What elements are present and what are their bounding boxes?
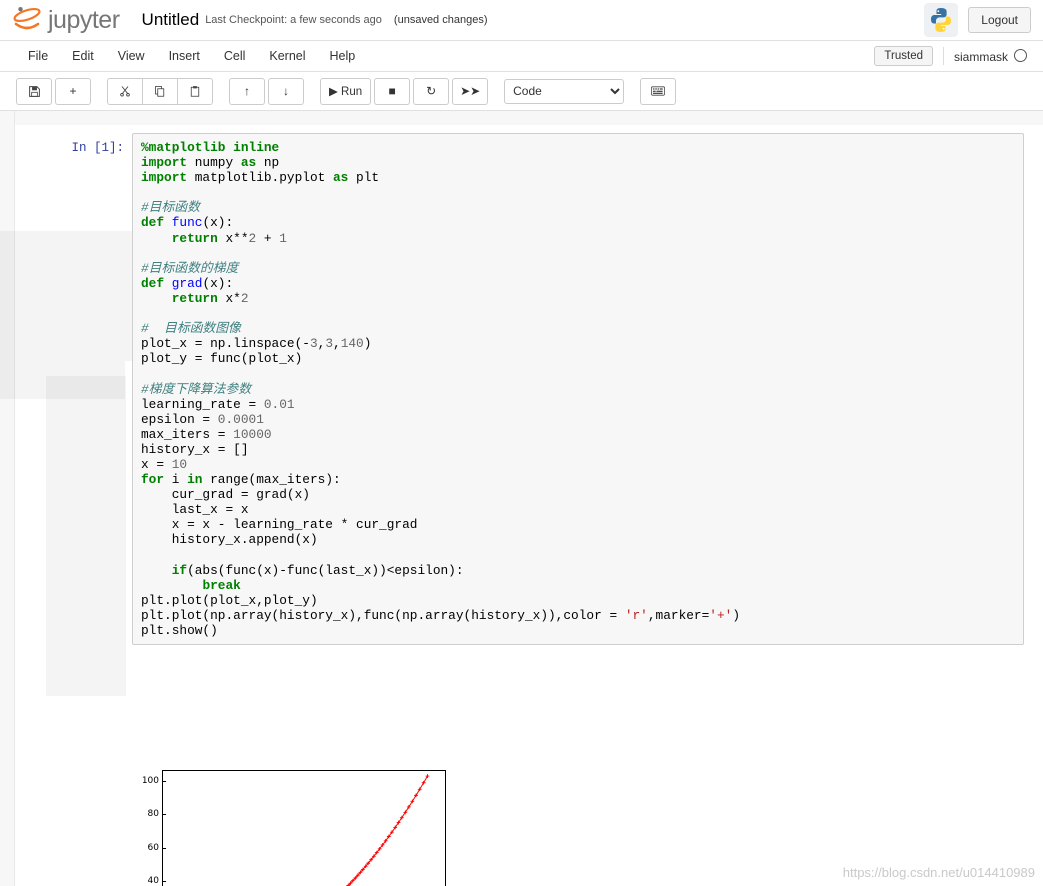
menu-file[interactable]: File [16, 45, 60, 67]
insert-cell-button[interactable]: + [55, 77, 91, 105]
plot-axes: 0 20 40 60 80 100 −2 0 2 4 6 8 10 [142, 770, 446, 886]
python-logo-icon [924, 3, 959, 37]
kernel-idle-circle-icon[interactable] [1014, 48, 1027, 62]
watermark-text: https://blog.csdn.net/u014410989 [842, 865, 1035, 880]
run-button[interactable]: ▶ Run [320, 77, 372, 105]
menu-view[interactable]: View [106, 45, 157, 67]
y-tick-100: 100 [142, 776, 166, 786]
unsaved-changes-label: (unsaved changes) [393, 14, 488, 26]
notebook-body: In [1]: %matplotlib inline import numpy … [0, 111, 1043, 886]
code-editor[interactable]: %matplotlib inline import numpy as np im… [132, 133, 1024, 646]
menu-help[interactable]: Help [318, 45, 368, 67]
toolbar: + ↑ ↓ ▶ Run ■ ↻ ➤➤ Code Markdown Raw NBC… [0, 72, 1043, 111]
header-right-controls: Logout [924, 3, 1031, 37]
move-cell-up-button[interactable]: ↑ [229, 77, 265, 105]
menu-cell[interactable]: Cell [212, 45, 258, 67]
menubar-divider [942, 47, 944, 65]
menu-insert[interactable]: Insert [157, 45, 212, 67]
edit-button-group [107, 77, 213, 105]
notebook-left-gutter [0, 111, 15, 886]
move-cell-down-button[interactable]: ↓ [268, 77, 304, 105]
menu-edit[interactable]: Edit [60, 45, 106, 67]
notebook-cell-1[interactable]: In [1]: %matplotlib inline import numpy … [14, 133, 1024, 646]
jupyter-logo[interactable]: jupyter [12, 6, 120, 35]
command-palette-button[interactable] [640, 77, 677, 105]
notebook-top-strip [0, 111, 1043, 125]
copy-cell-button[interactable] [142, 77, 177, 105]
kernel-name-label: siammask [953, 48, 1027, 64]
y-tick-40: 40 [148, 876, 166, 886]
save-button[interactable] [16, 77, 52, 105]
cell-output-area: 0 20 40 60 80 100 −2 0 2 4 6 8 10 [124, 763, 469, 886]
restart-kernel-button[interactable]: ↻ [413, 77, 450, 105]
trusted-badge[interactable]: Trusted [874, 46, 933, 66]
kernel-name-text: siammask [953, 49, 1008, 64]
matplotlib-figure: 0 20 40 60 80 100 −2 0 2 4 6 8 10 [124, 763, 469, 886]
y-tick-60: 60 [148, 843, 166, 853]
menu-kernel[interactable]: Kernel [257, 45, 317, 67]
jupyter-wordmark: jupyter [48, 5, 120, 34]
jupyter-header: jupyter Untitled Last Checkpoint: a few … [0, 0, 1043, 41]
interrupt-kernel-button[interactable]: ■ [374, 77, 411, 105]
checkpoint-status: Last Checkpoint: a few seconds ago [205, 14, 382, 26]
cell-type-select[interactable]: Code Markdown Raw NBConvert Heading [504, 78, 625, 104]
jupyter-planet-icon [12, 6, 42, 34]
notebook-title[interactable]: Untitled [142, 10, 200, 30]
menubar: File Edit View Insert Cell Kernel Help T… [0, 41, 1043, 72]
plot-canvas [346, 774, 430, 886]
restart-and-run-all-button[interactable]: ➤➤ [452, 77, 489, 105]
logout-button[interactable]: Logout [968, 7, 1031, 33]
menubar-right: Trusted siammask [874, 46, 1027, 66]
paste-cell-button[interactable] [177, 77, 213, 105]
y-tick-80: 80 [148, 809, 166, 819]
cell-prompt-in: In [1]: [71, 141, 124, 155]
cut-cell-button[interactable] [107, 77, 142, 105]
